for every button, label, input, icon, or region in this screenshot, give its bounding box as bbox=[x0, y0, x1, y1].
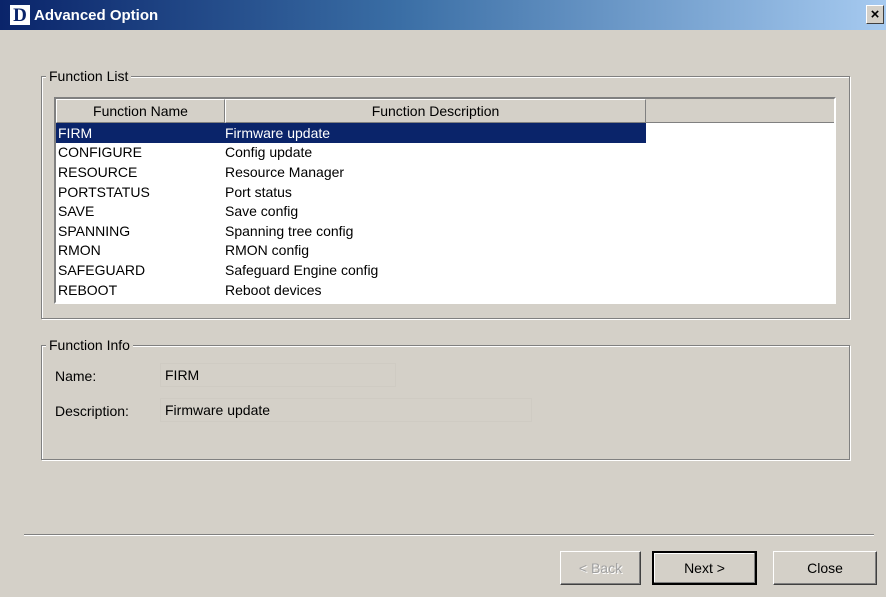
description-label: Description: bbox=[55, 403, 129, 419]
close-window-button[interactable]: × bbox=[866, 5, 884, 24]
title-bar: D Advanced Option × bbox=[0, 0, 886, 30]
list-item-reboot[interactable]: REBOOT Reboot devices bbox=[56, 280, 646, 300]
list-item-safeguard[interactable]: SAFEGUARD Safeguard Engine config bbox=[56, 260, 646, 280]
list-item-configure[interactable]: CONFIGURE Config update bbox=[56, 143, 646, 163]
name-value: FIRM bbox=[160, 363, 396, 387]
list-header: Function Name Function Description bbox=[56, 99, 834, 123]
list-item-rmon[interactable]: RMON RMON config bbox=[56, 241, 646, 261]
list-item-firm[interactable]: FIRM Firmware update bbox=[56, 123, 646, 143]
function-list-view[interactable]: Function Name Function Description FIRM … bbox=[54, 97, 836, 304]
dlink-logo-icon: D bbox=[10, 5, 30, 25]
function-description-cell: Spanning tree config bbox=[225, 222, 354, 239]
list-body: FIRM Firmware update CONFIGURE Config up… bbox=[56, 123, 834, 299]
function-name-cell: RMON bbox=[58, 242, 101, 259]
function-name-cell: RESOURCE bbox=[58, 163, 138, 180]
function-name-cell: REBOOT bbox=[58, 281, 118, 298]
function-description-cell: Safeguard Engine config bbox=[225, 261, 379, 278]
next-button[interactable]: Next > bbox=[652, 551, 757, 585]
function-description-cell: Firmware update bbox=[225, 124, 331, 141]
function-description-cell: Config update bbox=[225, 144, 313, 161]
function-name-cell: SAVE bbox=[58, 203, 95, 220]
column-header-function-name[interactable]: Function Name bbox=[56, 99, 225, 123]
description-value: Firmware update bbox=[160, 398, 532, 422]
column-header-filler bbox=[646, 99, 834, 123]
list-item-resource[interactable]: RESOURCE Resource Manager bbox=[56, 162, 646, 182]
function-description-cell: RMON config bbox=[225, 242, 310, 259]
function-description-cell: Reboot devices bbox=[225, 281, 322, 298]
function-list-legend: Function List bbox=[46, 68, 132, 84]
function-description-cell: Resource Manager bbox=[225, 163, 345, 180]
button-separator bbox=[24, 534, 874, 536]
column-header-function-description[interactable]: Function Description bbox=[225, 99, 646, 123]
close-button[interactable]: Close bbox=[773, 551, 877, 585]
function-description-cell: Port status bbox=[225, 183, 292, 200]
function-description-cell: Save config bbox=[225, 203, 299, 220]
function-name-cell: SPANNING bbox=[58, 222, 131, 239]
function-name-cell: SAFEGUARD bbox=[58, 261, 146, 278]
function-name-cell: FIRM bbox=[58, 124, 93, 141]
back-button[interactable]: < Back bbox=[560, 551, 641, 585]
window-title: Advanced Option bbox=[34, 6, 159, 24]
list-item-spanning[interactable]: SPANNING Spanning tree config bbox=[56, 221, 646, 241]
list-item-save[interactable]: SAVE Save config bbox=[56, 201, 646, 221]
list-item-portstatus[interactable]: PORTSTATUS Port status bbox=[56, 182, 646, 202]
function-name-cell: PORTSTATUS bbox=[58, 183, 150, 200]
name-label: Name: bbox=[55, 368, 97, 384]
function-info-legend: Function Info bbox=[46, 337, 133, 353]
function-name-cell: CONFIGURE bbox=[58, 144, 142, 161]
